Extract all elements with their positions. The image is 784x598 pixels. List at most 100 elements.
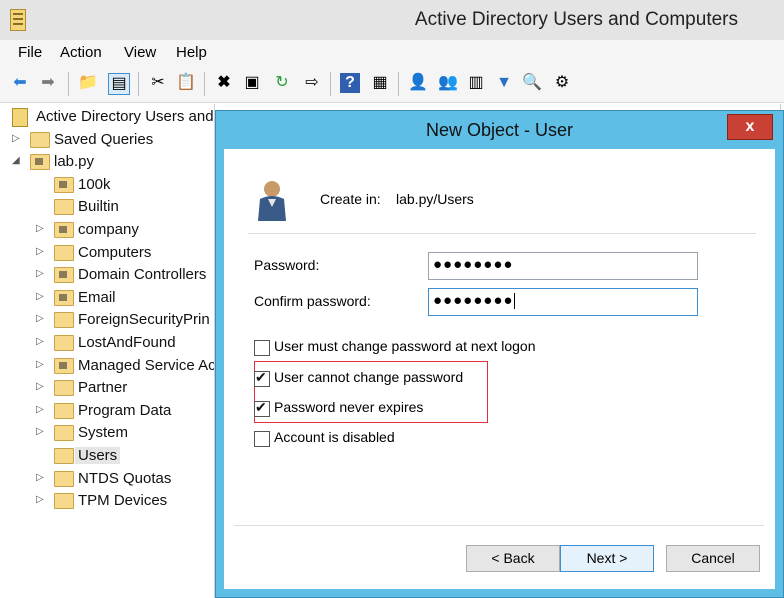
menu-view[interactable]: View <box>124 44 156 61</box>
account-disabled-label[interactable]: Account is disabled <box>274 429 395 445</box>
tree-item-label: System <box>78 424 129 442</box>
cancel-button[interactable]: Cancel <box>666 545 760 572</box>
expand-arrow-icon[interactable]: ▷ <box>36 359 44 370</box>
tree-item-label: Domain Controllers <box>78 266 207 284</box>
next-button[interactable]: Next > <box>560 545 654 572</box>
folder-icon <box>54 267 74 284</box>
folder-icon <box>54 470 74 487</box>
create-in-label: Create in: <box>320 191 381 207</box>
up-folder-icon[interactable]: 📁 <box>78 73 98 93</box>
expand-arrow-icon[interactable]: ▷ <box>36 426 44 437</box>
tree-item-label: TPM Devices <box>78 492 168 510</box>
close-button[interactable]: x <box>727 114 773 140</box>
expand-arrow-icon[interactable]: ▷ <box>36 381 44 392</box>
clipboard-icon[interactable]: 📋 <box>176 73 196 93</box>
new-user-icon[interactable]: 👤 <box>408 73 428 93</box>
menu-bar: File Action View Help <box>0 40 784 66</box>
action-pane-icon[interactable]: ▦ <box>370 73 390 93</box>
back-button[interactable]: < Back <box>466 545 560 572</box>
folder-icon <box>54 199 74 216</box>
tree-item-label: ForeignSecurityPrin <box>78 311 210 329</box>
dialog-body: Create in: lab.py/Users Password: ●●●●●●… <box>224 149 775 589</box>
expand-arrow-icon[interactable]: ▷ <box>36 223 44 234</box>
menu-help[interactable]: Help <box>176 44 207 61</box>
expand-arrow-icon[interactable]: ▷ <box>36 472 44 483</box>
toolbar: ⬅ ➡ 📁 ▤ ✂ 📋 ✖ ▣ ↻ ⇨ ? ▦ 👤 👥 ▥ ▼ 🔍 ⚙ <box>0 66 784 103</box>
tree-item-label: Computers <box>78 243 152 261</box>
cannot-change-password-checkbox[interactable] <box>254 369 270 387</box>
expand-arrow-icon[interactable]: ▷ <box>36 494 44 505</box>
folder-icon <box>54 244 74 261</box>
toolbar-separator <box>330 72 331 96</box>
toolbar-separator <box>68 72 69 96</box>
console-root-icon <box>12 108 28 127</box>
tree-item-label: Users <box>75 447 121 464</box>
tree-item-label: company <box>78 221 139 238</box>
refresh-icon[interactable]: ↻ <box>272 73 292 93</box>
folder-icon <box>54 312 74 329</box>
expand-arrow-icon[interactable]: ▷ <box>36 313 44 324</box>
add-to-group-icon[interactable]: ⚙ <box>552 73 572 93</box>
folder-icon <box>54 380 74 397</box>
cut-icon[interactable]: ✂ <box>148 73 168 93</box>
tree-item-label: Partner <box>78 379 128 397</box>
password-label: Password: <box>254 257 320 273</box>
tree-item-label: LostAndFound <box>78 334 176 351</box>
tree-item-label: Managed Service Ac <box>78 356 215 374</box>
tree-root-label: Active Directory Users and <box>36 108 214 125</box>
window-titlebar: Active Directory Users and Computers <box>0 0 784 40</box>
password-input[interactable]: ●●●●●●●● <box>428 252 698 280</box>
confirm-password-dots: ●●●●●●●● <box>433 292 516 310</box>
tree-item-label: Email <box>78 288 116 306</box>
expand-arrow-icon[interactable]: ▷ <box>36 291 44 302</box>
console-tree[interactable]: Active Directory Users and ▷ Saved Querie… <box>6 104 215 598</box>
new-ou-icon[interactable]: ▥ <box>466 73 486 93</box>
expand-arrow-icon[interactable]: ▷ <box>12 133 20 144</box>
delete-icon[interactable]: ✖ <box>214 73 234 93</box>
cannot-change-password-label[interactable]: User cannot change password <box>274 369 463 385</box>
expand-arrow-icon[interactable]: ▷ <box>36 404 44 415</box>
forward-arrow-icon[interactable]: ➡ <box>38 73 58 93</box>
folder-icon <box>54 176 74 193</box>
find-icon[interactable]: 🔍 <box>522 73 542 93</box>
password-dots: ●●●●●●●● <box>433 256 514 273</box>
folder-icon <box>30 131 50 148</box>
tree-item-label: NTDS Quotas <box>78 469 172 487</box>
expand-arrow-icon[interactable]: ▷ <box>36 336 44 347</box>
password-never-expires-checkbox[interactable] <box>254 399 270 417</box>
toolbar-separator <box>204 72 205 96</box>
tree-item-label: Builtin <box>78 198 119 216</box>
tree-item-label: Saved Queries <box>54 130 154 148</box>
text-caret <box>514 293 516 310</box>
expand-arrow-icon[interactable]: ▷ <box>36 246 44 257</box>
expand-arrow-icon[interactable]: ▷ <box>36 268 44 279</box>
window-title: Active Directory Users and Computers <box>414 9 738 30</box>
confirm-password-value: ●●●●●●●● <box>433 292 514 309</box>
must-change-password-checkbox[interactable] <box>254 340 270 356</box>
new-object-user-dialog: New Object - User x Create in: lab.py/Us… <box>215 110 784 598</box>
properties-icon[interactable]: ▣ <box>242 73 262 93</box>
tree-item-label: Program Data <box>78 401 172 419</box>
folder-icon <box>54 289 74 306</box>
app-icon <box>10 9 26 31</box>
expanded-arrow-icon[interactable]: ◢ <box>12 155 20 166</box>
help-icon[interactable]: ? <box>340 73 360 93</box>
show-tree-icon[interactable]: ▤ <box>108 73 130 95</box>
confirm-password-input[interactable]: ●●●●●●●● <box>428 288 698 316</box>
account-disabled-checkbox[interactable] <box>254 431 270 447</box>
menu-action[interactable]: Action <box>60 44 102 61</box>
dialog-title: New Object - User <box>425 120 574 140</box>
user-icon <box>258 181 286 221</box>
filter-icon[interactable]: ▼ <box>494 73 514 93</box>
new-group-icon[interactable]: 👥 <box>438 73 458 93</box>
folder-icon <box>54 357 74 374</box>
folder-icon <box>54 493 74 510</box>
menu-file[interactable]: File <box>18 44 42 61</box>
export-list-icon[interactable]: ⇨ <box>302 73 322 93</box>
divider <box>248 233 756 234</box>
must-change-password-label[interactable]: User must change password at next logon <box>274 338 535 354</box>
folder-icon <box>54 448 74 464</box>
back-arrow-icon[interactable]: ⬅ <box>10 73 30 93</box>
divider <box>234 525 764 526</box>
password-never-expires-label[interactable]: Password never expires <box>274 399 423 415</box>
